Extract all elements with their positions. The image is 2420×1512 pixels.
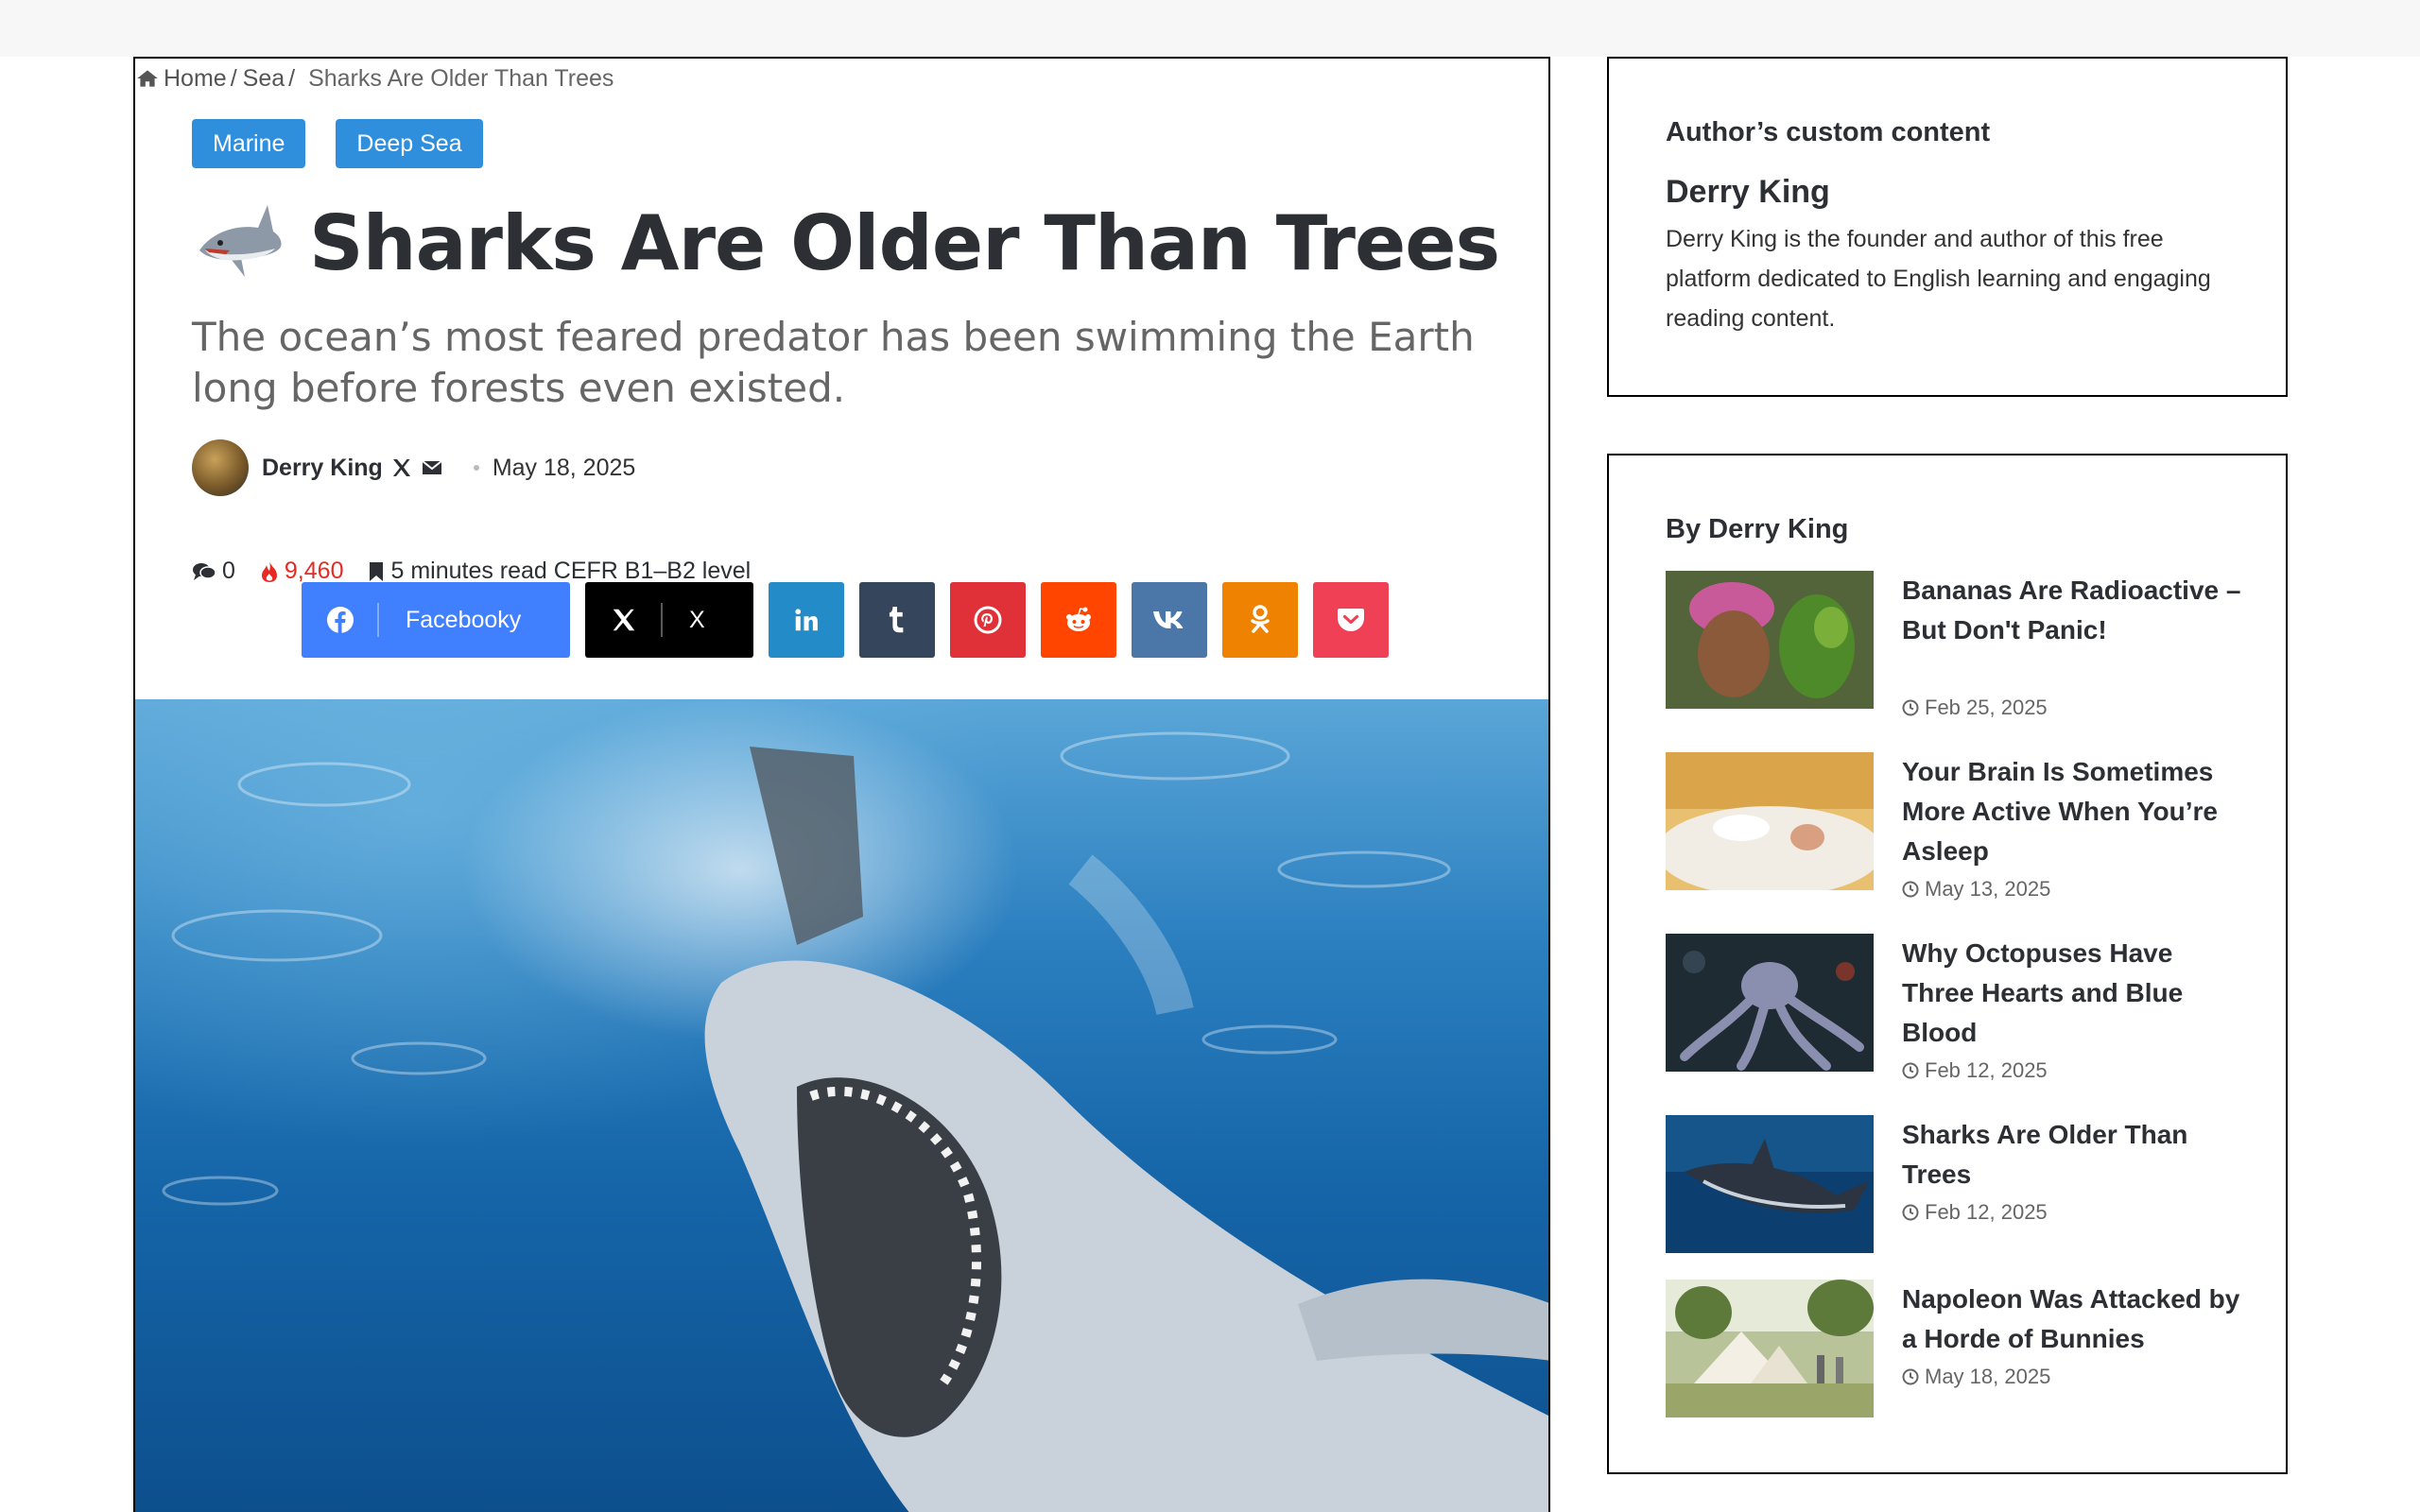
shark-photo <box>162 731 1548 1512</box>
home-icon <box>137 70 158 87</box>
breadcrumb-sea-link[interactable]: Sea <box>243 65 285 93</box>
views-count: 9,460 <box>260 558 344 585</box>
breadcrumb-separator: / <box>230 64 237 92</box>
author-widget: Author’s custom content Derry King Derry… <box>1607 57 2288 397</box>
clock-icon <box>1902 1062 1919 1079</box>
post-date: Feb 12, 2025 <box>1902 1058 2048 1083</box>
post-date: Feb 12, 2025 <box>1902 1200 2048 1225</box>
breadcrumb-home-link[interactable]: Home <box>164 65 227 93</box>
facebook-icon <box>327 607 354 633</box>
category-tag-marine[interactable]: Marine <box>192 119 306 168</box>
linkedin-icon <box>795 609 818 631</box>
share-tumblr-button[interactable] <box>859 582 935 658</box>
share-facebook-label: Facebooky <box>406 606 522 633</box>
share-linkedin-button[interactable] <box>769 582 844 658</box>
post-title-link[interactable]: Your Brain Is Sometimes More Active When… <box>1902 752 2252 871</box>
share-vk-button[interactable] <box>1132 582 1207 658</box>
share-divider <box>377 603 379 637</box>
shark-emoji-icon <box>199 205 282 277</box>
post-date: Feb 25, 2025 <box>1902 696 2048 720</box>
share-odnoklassniki-button[interactable] <box>1222 582 1298 658</box>
post-date: May 13, 2025 <box>1902 877 2050 902</box>
article-container: Home / Sea / Sharks Are Older Than Trees… <box>133 57 1550 1512</box>
views-count-value: 9,460 <box>284 558 344 584</box>
sidebar-post-item[interactable]: Why Octopuses Have Three Hearts and Blue… <box>1666 934 2252 1091</box>
author-posts-widget: By Derry King Bananas Are Radioactive – … <box>1607 454 2288 1474</box>
post-thumbnail[interactable] <box>1666 752 1874 890</box>
avatar[interactable] <box>192 439 249 496</box>
vk-icon <box>1153 611 1184 628</box>
share-reddit-button[interactable] <box>1041 582 1116 658</box>
breadcrumb-separator: / <box>288 64 296 92</box>
clock-icon <box>1902 699 1919 716</box>
read-time-value: 5 minutes read CEFR B1–B2 level <box>390 558 752 584</box>
breadcrumb: Home / Sea / Sharks Are Older Than Trees <box>135 62 614 94</box>
share-facebook-button[interactable]: Facebooky <box>302 582 570 658</box>
author-widget-bio: Derry King is the founder and author of … <box>1666 226 2211 332</box>
read-time: 5 minutes read CEFR B1–B2 level <box>368 558 751 585</box>
share-buttons: Facebooky X <box>302 582 1389 658</box>
sidebar-post-item[interactable]: Your Brain Is Sometimes More Active When… <box>1666 752 2252 909</box>
post-date-value: May 13, 2025 <box>1925 877 2051 901</box>
sidebar-post-item[interactable]: Bananas Are Radioactive – But Don't Pani… <box>1666 571 2252 728</box>
post-date: May 18, 2025 <box>492 454 636 481</box>
share-pocket-button[interactable] <box>1313 582 1389 658</box>
share-x-button[interactable]: X <box>585 582 753 658</box>
comments-icon <box>193 562 216 580</box>
top-bar <box>0 0 2420 57</box>
sidebar-post-item[interactable]: Napoleon Was Attacked by a Horde of Bunn… <box>1666 1280 2252 1418</box>
x-icon[interactable] <box>390 456 413 479</box>
post-thumbnail[interactable] <box>1666 934 1874 1072</box>
breadcrumb-current: Sharks Are Older Than Trees <box>308 64 614 92</box>
fire-icon <box>261 560 277 582</box>
post-title-link[interactable]: Napoleon Was Attacked by a Horde of Bunn… <box>1902 1280 2252 1359</box>
author-name-link[interactable]: Derry King <box>262 455 383 482</box>
author-posts-title: By Derry King <box>1666 514 1849 544</box>
bookmark-icon <box>370 561 384 581</box>
tumblr-icon <box>889 607 904 633</box>
share-pinterest-button[interactable] <box>950 582 1026 658</box>
share-x-label: X <box>689 606 705 633</box>
post-date-value: Feb 12, 2025 <box>1925 1058 2048 1082</box>
post-thumbnail[interactable] <box>1666 571 1874 709</box>
clock-icon <box>1902 881 1919 898</box>
post-title-link[interactable]: Why Octopuses Have Three Hearts and Blue… <box>1902 934 2252 1053</box>
share-divider <box>661 603 663 637</box>
author-meta: Derry King May 18, 2025 <box>192 439 635 496</box>
author-widget-title: Author’s custom content <box>1666 117 1991 147</box>
post-thumbnail[interactable] <box>1666 1280 1874 1418</box>
pocket-icon <box>1338 609 1364 631</box>
post-date-value: May 18, 2025 <box>1925 1365 2051 1388</box>
author-widget-name: Derry King <box>1666 174 1830 210</box>
post-title-link[interactable]: Bananas Are Radioactive – But Don't Pani… <box>1902 571 2252 650</box>
title-row: Sharks Are Older Than Trees <box>192 196 1500 290</box>
meta-separator-dot <box>473 465 479 471</box>
clock-icon <box>1902 1368 1919 1385</box>
comments-count[interactable]: 0 <box>192 558 235 585</box>
post-date: May 18, 2025 <box>1902 1365 2050 1389</box>
category-tags: Marine Deep Sea <box>192 119 483 168</box>
category-tag-deep-sea[interactable]: Deep Sea <box>336 119 483 168</box>
reddit-icon <box>1066 607 1091 631</box>
post-date-value: Feb 25, 2025 <box>1925 696 2048 719</box>
post-stats: 0 9,460 5 minutes read CEFR B1–B2 level <box>192 558 775 585</box>
x-icon <box>613 609 635 631</box>
comments-count-value: 0 <box>222 558 235 584</box>
post-title-link[interactable]: Sharks Are Older Than Trees <box>1902 1115 2252 1194</box>
post-date-value: Feb 12, 2025 <box>1925 1200 2048 1224</box>
featured-image <box>135 699 1548 1512</box>
article-title: Sharks Are Older Than Trees <box>309 198 1500 287</box>
article-subtitle: The ocean’s most feared predator has bee… <box>192 314 1475 411</box>
odnoklassniki-icon <box>1251 605 1270 633</box>
pinterest-icon <box>974 606 1002 634</box>
clock-icon <box>1902 1204 1919 1221</box>
sidebar-post-item[interactable]: Sharks Are Older Than Trees Feb 12, 2025 <box>1666 1115 2252 1253</box>
mail-icon[interactable] <box>421 456 443 479</box>
post-thumbnail[interactable] <box>1666 1115 1874 1253</box>
